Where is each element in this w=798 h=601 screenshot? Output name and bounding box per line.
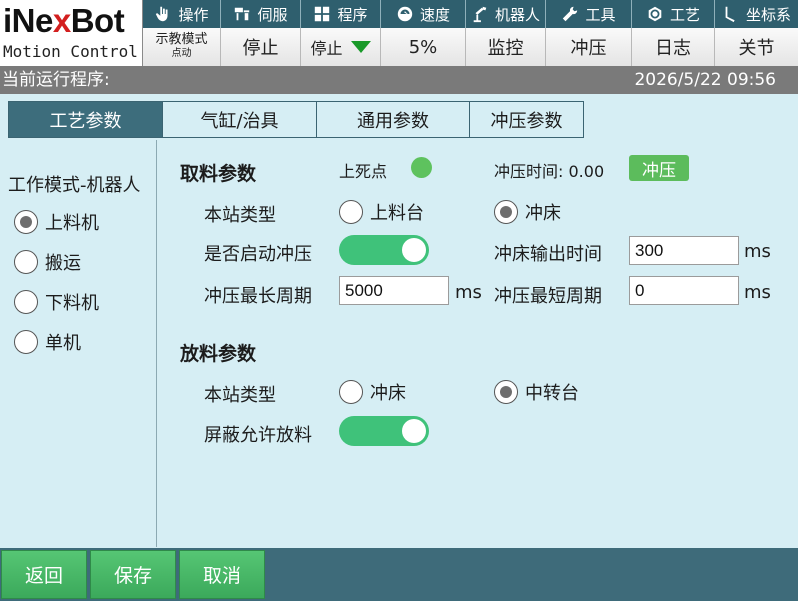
wrench-icon: [563, 6, 578, 22]
top-dead-center-label: 上死点: [339, 162, 388, 181]
min-cycle-label: 冲压最短周期: [494, 286, 602, 307]
menu-speed[interactable]: 速度: [381, 0, 466, 28]
triangle-down-icon: [350, 41, 371, 53]
pick-station-press[interactable]: 冲床: [494, 199, 561, 225]
place-params-title: 放料参数: [180, 343, 257, 365]
menu-robot[interactable]: 机器人: [466, 0, 546, 28]
status-row: 示教模式 点动 停止 停止 5% 监控 冲压 日志 关节: [143, 28, 798, 66]
work-mode-panel: 工作模式-机器人 上料机 搬运 下料机 单机: [0, 140, 157, 547]
press-time-label: 冲压时间: 0.00: [494, 162, 605, 181]
toggle-knob: [402, 238, 426, 262]
min-cycle-unit: ms: [744, 282, 771, 303]
mode-option-unloader[interactable]: 下料机: [14, 289, 99, 315]
tab-press-params[interactable]: 冲压参数: [470, 101, 584, 138]
back-button[interactable]: 返回: [1, 550, 87, 599]
menu-operate[interactable]: 操作: [143, 0, 221, 28]
radio-icon[interactable]: [14, 290, 38, 314]
tab-process-params[interactable]: 工艺参数: [8, 101, 163, 138]
program-grid-icon: [315, 6, 330, 22]
radio-icon[interactable]: [14, 250, 38, 274]
radio-icon[interactable]: [494, 200, 518, 224]
radio-icon[interactable]: [14, 330, 38, 354]
bottom-bar: 返回 保存 取消: [0, 548, 798, 601]
top-dead-center-indicator: [411, 157, 432, 178]
shield-place-label: 屏蔽允许放料: [204, 425, 312, 446]
enable-press-label: 是否启动冲压: [204, 244, 312, 265]
teach-mode-button[interactable]: 示教模式 点动: [143, 28, 221, 66]
mode-option-transport[interactable]: 搬运: [14, 249, 81, 275]
min-cycle-input[interactable]: 0: [629, 276, 739, 305]
monitor-button[interactable]: 监控: [466, 28, 546, 66]
max-cycle-label: 冲压最长周期: [204, 286, 312, 307]
output-time-label: 冲床输出时间: [494, 244, 602, 265]
place-station-press[interactable]: 冲床: [339, 379, 406, 405]
tab-cylinder-fixture[interactable]: 气缸/治具: [163, 101, 317, 138]
pick-station-type-label: 本站类型: [204, 205, 276, 226]
tab-general-params[interactable]: 通用参数: [317, 101, 470, 138]
logo-tagline: Motion Control: [3, 42, 138, 61]
stamping-button[interactable]: 冲压: [546, 28, 632, 66]
log-button[interactable]: 日志: [632, 28, 715, 66]
radio-icon[interactable]: [14, 210, 38, 234]
enable-press-toggle[interactable]: [339, 235, 429, 265]
output-time-input[interactable]: 300: [629, 236, 739, 265]
menu-process[interactable]: 工艺: [632, 0, 715, 28]
gauge-icon: [397, 6, 413, 22]
mode-option-standalone[interactable]: 单机: [14, 329, 81, 355]
menu-tool[interactable]: 工具: [546, 0, 632, 28]
tab-bar: 工艺参数 气缸/治具 通用参数 冲压参数: [8, 101, 584, 138]
output-time-unit: ms: [744, 241, 771, 262]
datetime: 2026/5/22 09:56: [634, 70, 776, 90]
menu-coordinate[interactable]: 坐标系: [715, 0, 798, 28]
pick-params-title: 取料参数: [180, 163, 257, 185]
robot-arm-icon: [473, 6, 487, 23]
pick-station-feeder[interactable]: 上料台: [339, 199, 424, 225]
servo-icon: [235, 7, 250, 21]
program-bar: 当前运行程序: 2026/5/22 09:56: [0, 66, 798, 94]
cancel-button[interactable]: 取消: [179, 550, 265, 599]
process-icon: [648, 6, 662, 22]
speed-button[interactable]: 5%: [381, 28, 466, 66]
axis-icon: [725, 6, 735, 23]
radio-icon[interactable]: [339, 200, 363, 224]
place-station-type-label: 本站类型: [204, 385, 276, 406]
logo: iNexBot Motion Control: [0, 0, 143, 66]
top-menu: 操作 伺服 程序 速度 机器人 工具 工艺 坐标系: [143, 0, 798, 28]
joint-button[interactable]: 关节: [715, 28, 798, 66]
hand-icon: [156, 6, 168, 22]
place-station-transfer[interactable]: 中转台: [494, 379, 579, 405]
mode-option-loader[interactable]: 上料机: [14, 209, 99, 235]
max-cycle-unit: ms: [455, 282, 482, 303]
save-button[interactable]: 保存: [90, 550, 176, 599]
max-cycle-input[interactable]: 5000: [339, 276, 449, 305]
menu-servo[interactable]: 伺服: [221, 0, 301, 28]
work-mode-title: 工作模式-机器人: [8, 175, 141, 196]
run-state-dropdown[interactable]: 停止: [301, 28, 381, 66]
radio-icon[interactable]: [494, 380, 518, 404]
logo-brand: iNexBot: [3, 2, 125, 39]
current-program-label: 当前运行程序:: [2, 70, 110, 90]
menu-program[interactable]: 程序: [301, 0, 381, 28]
press-button[interactable]: 冲压: [629, 155, 689, 181]
toggle-knob: [402, 419, 426, 443]
shield-place-toggle[interactable]: [339, 416, 429, 446]
servo-state-button[interactable]: 停止: [221, 28, 301, 66]
radio-icon[interactable]: [339, 380, 363, 404]
